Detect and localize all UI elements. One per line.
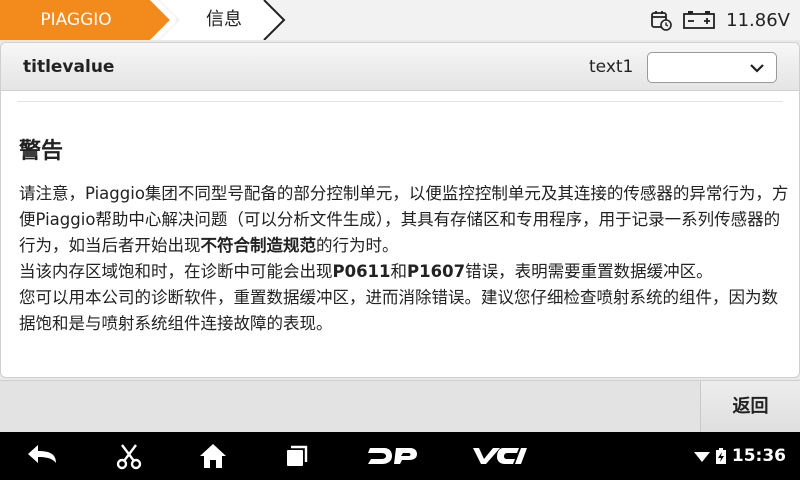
back-arrow-icon (28, 445, 56, 463)
nav-back-button[interactable] (18, 432, 68, 480)
nav-status-icons (694, 432, 726, 480)
warning-body: 请注意，Piaggio集团不同型号配备的部分控制单元，以便监控控制单元及其连接的… (19, 181, 789, 337)
clock: 15:36 (731, 446, 786, 466)
vci-logo-icon (473, 448, 527, 464)
chevron-down-icon (750, 64, 764, 73)
warning-title: 警告 (19, 139, 64, 164)
breadcrumb-page[interactable]: 信息 (160, 0, 288, 40)
warning-text: 请注意，Piaggio集团不同型号配备的部分控制单元，以便监控控制单元及其连接的… (19, 184, 789, 255)
error-code: P1607 (407, 262, 466, 281)
nav-dp-button[interactable] (362, 432, 422, 480)
scissors-icon (116, 444, 142, 470)
panel-title: titlevalue (23, 57, 115, 77)
voltage-readout: 11.86V (726, 9, 790, 31)
warning-text: 错误，表明需要重置数据缓冲区。 (465, 262, 713, 281)
recent-apps-icon (287, 445, 308, 466)
nav-vci-button[interactable] (464, 432, 534, 480)
error-code: P0611 (332, 262, 391, 281)
calendar-clock-icon (651, 11, 672, 31)
info-panel: titlevalue text1 警告 请注意，Piaggio集团不同型号配备的… (0, 42, 800, 378)
panel-header: titlevalue text1 (1, 43, 799, 91)
divider (17, 101, 783, 102)
breadcrumb-brand[interactable]: PIAGGIO (0, 0, 176, 40)
nav-home-button[interactable] (188, 432, 238, 480)
battery-icon (683, 11, 716, 29)
back-button[interactable]: 返回 (700, 381, 800, 433)
breadcrumb-page-label: 信息 (206, 9, 242, 30)
dp-logo-icon (368, 448, 417, 464)
warning-text: 和 (390, 262, 408, 281)
home-icon (200, 444, 226, 468)
nav-screenshot-button[interactable] (104, 432, 154, 480)
system-nav-bar: 15:36 (0, 432, 800, 480)
warning-text: 当该内存区域饱和时，在诊断中可能会出现 (19, 262, 333, 281)
nav-recents-button[interactable] (272, 432, 322, 480)
wifi-icon (694, 452, 710, 462)
top-bar: PIAGGIO 信息 11.86V (0, 0, 800, 40)
status-area: 11.86V (650, 0, 790, 40)
warning-text: 您可以用本公司的诊断软件，重置数据缓冲区，进而消除错误。建议您仔细检查喷射系统的… (19, 288, 778, 333)
select-label: text1 (589, 57, 634, 77)
breadcrumb-brand-label: PIAGGIO (40, 10, 112, 30)
warning-bold-text: 不符合制造规范 (200, 236, 317, 255)
text1-dropdown[interactable] (647, 52, 777, 83)
warning-text: 的行为时。 (316, 236, 399, 255)
action-bar: 返回 (0, 380, 800, 433)
battery-status-icon (716, 448, 726, 464)
